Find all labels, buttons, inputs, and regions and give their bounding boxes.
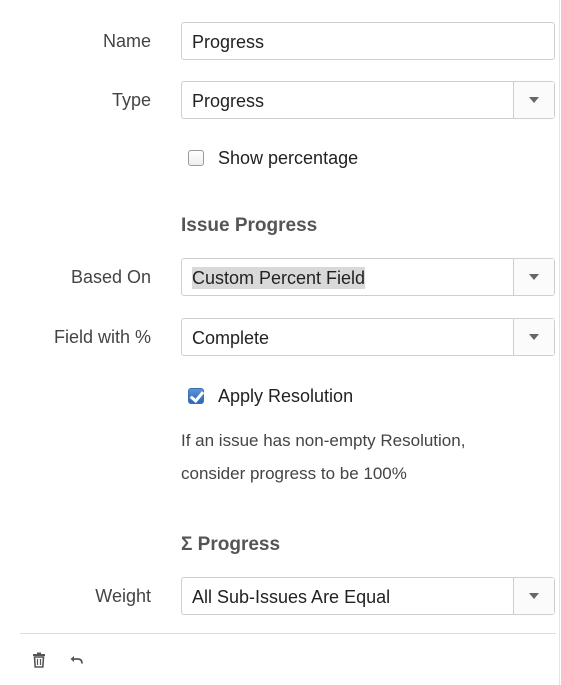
- undo-icon[interactable]: [68, 651, 86, 669]
- name-input[interactable]: Progress: [181, 22, 555, 60]
- issue-progress-heading: Issue Progress: [181, 215, 318, 236]
- weight-label: Weight: [95, 586, 151, 606]
- field-with-percent-select[interactable]: Complete: [181, 318, 555, 356]
- footer-divider: [20, 633, 556, 634]
- resolution-help-text: If an issue has non-empty Resolution, co…: [181, 424, 465, 490]
- weight-select-toggle[interactable]: [513, 578, 554, 614]
- type-select-toggle[interactable]: [513, 82, 554, 118]
- name-input-value: Progress: [192, 32, 265, 52]
- resolution-help-line1: If an issue has non-empty Resolution,: [181, 431, 466, 450]
- field-with-percent-select-value: Complete: [192, 328, 270, 348]
- chevron-down-icon: [529, 274, 539, 280]
- resolution-help-line2: consider progress to be 100%: [181, 464, 407, 483]
- type-select-value: Progress: [192, 91, 265, 111]
- chevron-down-icon: [529, 97, 539, 103]
- field-settings-panel: Name Progress Type Progress Show percent…: [0, 0, 560, 685]
- trash-icon[interactable]: [30, 651, 48, 669]
- based-on-label: Based On: [70, 267, 151, 287]
- based-on-select-value: Custom Percent Field: [192, 267, 366, 289]
- name-label: Name: [102, 31, 151, 51]
- based-on-select[interactable]: Custom Percent Field: [181, 258, 555, 296]
- chevron-down-icon: [529, 334, 539, 340]
- field-with-percent-select-toggle[interactable]: [513, 319, 554, 355]
- sigma-progress-heading: Σ Progress: [181, 534, 281, 555]
- apply-resolution-label: Apply Resolution: [218, 386, 354, 406]
- field-with-percent-label: Field with %: [53, 327, 151, 347]
- based-on-select-toggle[interactable]: [513, 259, 554, 295]
- weight-select-value: All Sub-Issues Are Equal: [192, 587, 391, 607]
- type-select[interactable]: Progress: [181, 81, 555, 119]
- show-percentage-checkbox[interactable]: [188, 150, 204, 166]
- checkmark-icon: [189, 387, 205, 404]
- weight-select[interactable]: All Sub-Issues Are Equal: [181, 577, 555, 615]
- type-label: Type: [111, 90, 151, 110]
- chevron-down-icon: [529, 593, 539, 599]
- show-percentage-label: Show percentage: [218, 148, 359, 168]
- apply-resolution-checkbox[interactable]: [188, 387, 205, 404]
